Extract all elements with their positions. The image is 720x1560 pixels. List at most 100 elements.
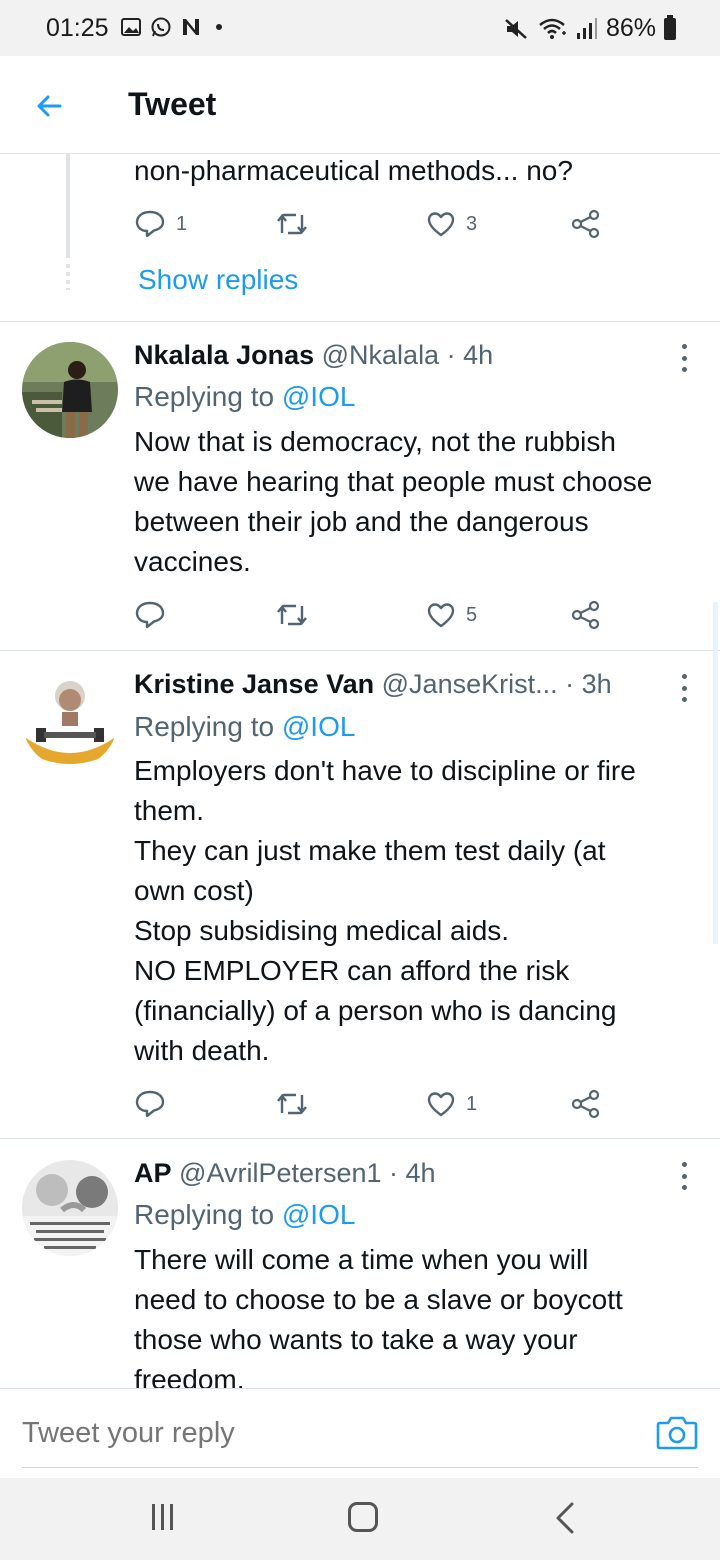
mute-icon: [505, 18, 527, 39]
vertical-ellipsis-icon[interactable]: [676, 1158, 692, 1194]
tweet-line: own cost): [134, 875, 254, 906]
like-count: 5: [466, 603, 478, 626]
home-icon[interactable]: [348, 1502, 378, 1532]
speech-bubble-icon: [135, 210, 165, 238]
like-button[interactable]: 3: [426, 204, 477, 244]
replying-to-mention[interactable]: @IOL: [282, 1199, 356, 1230]
tweet-line: freedom.: [134, 1364, 245, 1388]
battery-percentage: 86%: [605, 14, 656, 42]
author-handle[interactable]: @AvrilPetersen1: [179, 1158, 382, 1188]
like-button[interactable]: 1: [426, 1084, 477, 1124]
thread-line: [66, 154, 70, 258]
share-icon: [571, 600, 600, 630]
tweet-time: · 4h: [389, 1158, 436, 1188]
divider: [0, 650, 720, 651]
tweet-line: Now that is democracy, not the rubbish: [134, 426, 616, 457]
tweet-author-line: Kristine Janse Van @JanseKrist... · 3h: [134, 669, 612, 700]
replying-to-label: Replying to: [134, 381, 282, 412]
camera-icon[interactable]: [656, 1413, 698, 1451]
retweet-button[interactable]: [274, 1084, 310, 1124]
retweet-icon: [277, 1093, 307, 1115]
share-button[interactable]: [570, 204, 602, 244]
tweet-text: There will come a time when you will nee…: [134, 1240, 694, 1388]
status-notification-icons: [120, 16, 222, 38]
thread-continuation-dots: [66, 264, 70, 290]
scrollbar[interactable]: [713, 602, 718, 944]
heart-icon: [427, 603, 455, 628]
avatar[interactable]: [22, 672, 118, 768]
tweet-line: Employers don't have to discipline or fi…: [134, 755, 636, 786]
like-count: 3: [466, 212, 478, 235]
heart-icon: [427, 1092, 455, 1117]
tweet-line: They can just make them test daily (at: [134, 835, 606, 866]
nav-back-icon[interactable]: [552, 1500, 578, 1536]
author-handle[interactable]: @JanseKrist...: [382, 669, 558, 699]
show-replies-link[interactable]: Show replies: [138, 264, 298, 296]
replying-to-label: Replying to: [134, 1199, 282, 1230]
tweet-actions: 1 3: [134, 204, 614, 244]
replying-to: Replying to @IOL: [134, 381, 355, 413]
replying-to-mention[interactable]: @IOL: [282, 381, 356, 412]
signal-icon: [576, 17, 597, 39]
recent-apps-icon[interactable]: [148, 1504, 176, 1532]
status-system-icons: 86%: [504, 14, 676, 43]
tweet-line: those who wants to take a way your: [134, 1324, 578, 1355]
tweet-author-line: Nkalala Jonas @Nkalala · 4h: [134, 340, 493, 371]
tweet-line: need to choose to be a slave or boycott: [134, 1284, 623, 1315]
avatar-photo: [22, 1160, 118, 1256]
tweet-line: we have hearing that people must choose: [134, 466, 653, 497]
reply-count: 1: [176, 212, 188, 235]
vertical-ellipsis-icon[interactable]: [676, 670, 692, 706]
divider: [0, 321, 720, 322]
speech-bubble-icon: [135, 601, 165, 629]
reply-button[interactable]: 1: [134, 204, 187, 244]
share-button[interactable]: [570, 595, 602, 635]
replying-to-label: Replying to: [134, 711, 282, 742]
arrow-left-icon[interactable]: [30, 86, 70, 126]
author-name[interactable]: AP: [134, 1158, 172, 1188]
avatar[interactable]: [22, 342, 118, 438]
like-button[interactable]: 5: [426, 595, 477, 635]
tweet-replies-feed[interactable]: non-pharmaceutical methods... no? 1 3 Sh…: [0, 154, 720, 1388]
divider: [0, 1138, 720, 1139]
tweet-author-line: AP @AvrilPetersen1 · 4h: [134, 1158, 436, 1189]
tweet-line: between their job and the dangerous: [134, 506, 589, 537]
reply-button[interactable]: [134, 595, 166, 635]
author-name[interactable]: Kristine Janse Van: [134, 669, 374, 699]
author-name[interactable]: Nkalala Jonas: [134, 340, 314, 370]
author-handle[interactable]: @Nkalala: [322, 340, 439, 370]
tweet-line: There will come a time when you will: [134, 1244, 589, 1275]
news-app-icon: [183, 19, 199, 35]
avatar-photo: [22, 342, 118, 438]
avatar[interactable]: [22, 1160, 118, 1256]
like-count: 1: [466, 1092, 478, 1115]
heart-icon: [427, 212, 455, 237]
share-button[interactable]: [570, 1084, 602, 1124]
tweet-line: NO EMPLOYER can afford the risk: [134, 955, 570, 986]
battery-icon: [664, 14, 676, 40]
tweet-line: Stop subsidising medical aids.: [134, 915, 510, 946]
retweet-icon: [277, 604, 307, 626]
speech-bubble-icon: [135, 1090, 165, 1118]
tweet-line: vaccines.: [134, 546, 251, 577]
vertical-ellipsis-icon[interactable]: [676, 340, 692, 376]
reply-button[interactable]: [134, 1084, 166, 1124]
tweet-line: them.: [134, 795, 205, 826]
status-bar: 01:25 86%: [0, 0, 720, 56]
replying-to: Replying to @IOL: [134, 1199, 355, 1231]
replying-to-mention[interactable]: @IOL: [282, 711, 356, 742]
whatsapp-icon: [151, 17, 171, 37]
tweet-actions: 5: [134, 595, 614, 635]
page-title: Tweet: [128, 86, 217, 122]
avatar-photo: [22, 672, 118, 768]
tweet-text: Employers don't have to discipline or fi…: [134, 751, 694, 1071]
tweet-text: non-pharmaceutical methods... no?: [134, 155, 573, 186]
reply-composer: [0, 1388, 720, 1478]
retweet-button[interactable]: [274, 595, 310, 635]
tweet-line: (financially) of a person who is dancing: [134, 995, 617, 1026]
retweet-icon: [277, 213, 307, 235]
tweet-reply-input[interactable]: [22, 1417, 622, 1450]
gallery-icon: [121, 18, 141, 36]
tweet-actions: 1: [134, 1084, 614, 1124]
retweet-button[interactable]: [274, 204, 310, 244]
